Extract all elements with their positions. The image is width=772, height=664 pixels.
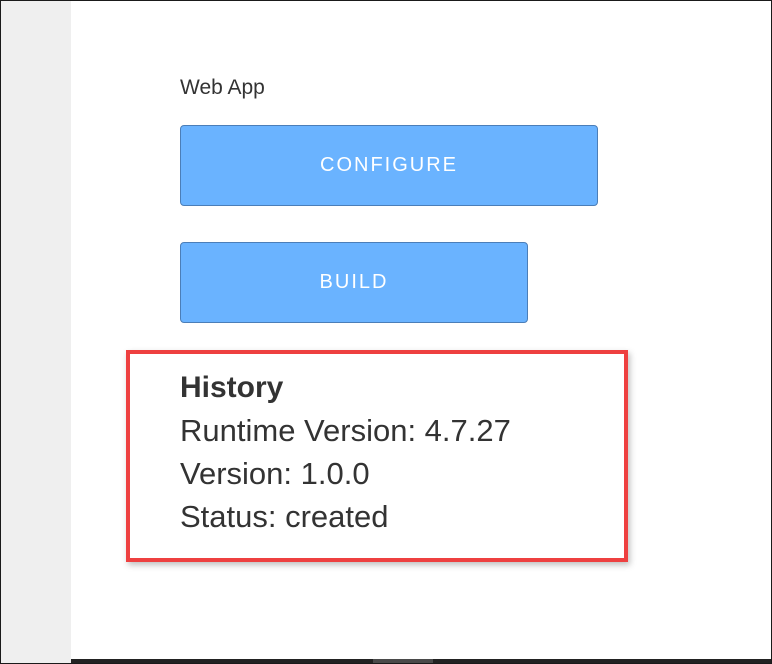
history-title: History — [180, 371, 284, 404]
history-panel: History Runtime Version: 4.7.27 Version:… — [180, 366, 511, 538]
window-frame: Web App CONFIGURE BUILD History Runtime … — [0, 0, 772, 664]
bottom-scrollbar[interactable] — [71, 659, 771, 663]
left-sidebar — [1, 1, 71, 663]
build-button[interactable]: BUILD — [180, 242, 528, 323]
status-text: Status: created — [180, 499, 389, 534]
runtime-version-text: Runtime Version: 4.7.27 — [180, 413, 511, 448]
version-text: Version: 1.0.0 — [180, 456, 370, 491]
app-title: Web App — [180, 76, 265, 99]
scrollbar-thumb[interactable] — [373, 659, 433, 663]
configure-button[interactable]: CONFIGURE — [180, 125, 598, 206]
